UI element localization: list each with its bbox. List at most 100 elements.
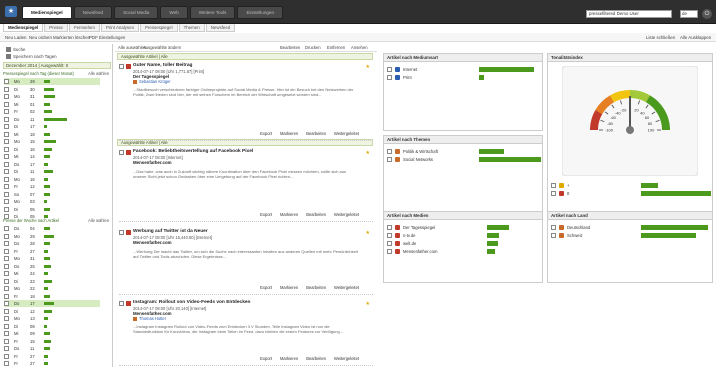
day-row[interactable]: Di 05 bbox=[4, 206, 100, 213]
row-checkbox[interactable] bbox=[4, 146, 9, 152]
share-row[interactable]: Print bbox=[387, 74, 545, 81]
day-row[interactable]: Mi 14 bbox=[4, 153, 100, 160]
row-checkbox[interactable] bbox=[4, 241, 9, 246]
sub-tab[interactable]: Print Analysen bbox=[100, 24, 140, 32]
article-action[interactable]: Weitergeleitet bbox=[334, 285, 359, 290]
article-item[interactable]: Guter Name, toller Beitrag 2014-07-17 08:… bbox=[119, 61, 373, 141]
article-item[interactable]: Werbung auf Twitter ist da Neuer 2014-07-… bbox=[119, 227, 373, 295]
star-icon[interactable]: ★ bbox=[366, 301, 370, 307]
row-checkbox[interactable] bbox=[4, 271, 9, 276]
article-tool[interactable]: Entfernen bbox=[327, 44, 345, 52]
day-row[interactable]: Mo 15 bbox=[4, 138, 100, 145]
article-action[interactable]: Bearbeiten bbox=[306, 212, 326, 217]
nav-tab[interactable]: Einstellungen bbox=[237, 6, 284, 19]
article-title[interactable]: Werbung auf Twitter ist da Neuer bbox=[133, 229, 208, 234]
day-row[interactable]: Fr 27 bbox=[4, 360, 100, 367]
day-row[interactable]: Di 12 bbox=[4, 308, 100, 315]
row-checkbox[interactable] bbox=[4, 79, 9, 84]
row-checkbox[interactable] bbox=[4, 331, 9, 336]
home-icon[interactable]: ★ bbox=[5, 6, 17, 17]
article-title[interactable]: Facebook: Beliebtheitsvertellung auf Fac… bbox=[133, 149, 253, 154]
row-checkbox[interactable] bbox=[4, 139, 9, 144]
nav-tab[interactable]: Newsfeed bbox=[73, 6, 113, 19]
day-row[interactable]: Mo 31 bbox=[4, 93, 100, 100]
nav-tab[interactable]: Weitere Tools bbox=[189, 6, 236, 19]
row-checkbox[interactable] bbox=[4, 184, 9, 189]
day-row[interactable]: Do 17 bbox=[4, 300, 100, 307]
article-checkbox[interactable] bbox=[119, 301, 124, 306]
article-action[interactable]: Markieren bbox=[280, 285, 298, 290]
day-row[interactable]: Fr 18 bbox=[4, 293, 100, 300]
select-all-article[interactable]: Alle wählen bbox=[88, 217, 109, 224]
day-row[interactable]: Mi 01 bbox=[4, 101, 100, 108]
nav-tab[interactable]: Web bbox=[160, 6, 188, 19]
day-row[interactable]: Di 16 bbox=[4, 146, 100, 153]
share-row[interactable]: n-tv.de bbox=[387, 232, 545, 239]
row-checkbox[interactable] bbox=[4, 286, 9, 291]
day-row[interactable]: Di 23 bbox=[4, 278, 100, 285]
day-row[interactable]: Do 17 bbox=[4, 161, 100, 168]
toolbar-button[interactable]: Neu ordnen bbox=[29, 34, 52, 41]
article-action[interactable]: Export bbox=[260, 131, 272, 136]
row-checkbox[interactable] bbox=[551, 225, 556, 230]
day-row[interactable]: Mo 03 bbox=[4, 198, 100, 205]
article-tool[interactable]: Drucken bbox=[305, 44, 321, 52]
row-checkbox[interactable] bbox=[4, 256, 9, 261]
row-checkbox[interactable] bbox=[387, 233, 392, 238]
row-checkbox[interactable] bbox=[4, 206, 9, 212]
row-checkbox[interactable] bbox=[4, 308, 9, 314]
sub-tab[interactable]: Presse bbox=[44, 24, 68, 32]
star-icon[interactable]: ★ bbox=[366, 230, 370, 236]
article-author[interactable]: Sebastian Krüger bbox=[133, 79, 171, 84]
row-checkbox[interactable] bbox=[387, 157, 392, 162]
row-checkbox[interactable] bbox=[4, 353, 9, 359]
share-row[interactable]: Der Tagesspiegel bbox=[387, 224, 545, 231]
sub-tab[interactable]: Newsfeed bbox=[205, 24, 236, 32]
article-action[interactable]: Markieren bbox=[280, 131, 298, 136]
day-row[interactable]: Fr 12 bbox=[4, 183, 100, 190]
row-checkbox[interactable] bbox=[4, 191, 9, 197]
row-checkbox[interactable] bbox=[4, 346, 9, 351]
share-row[interactable]: Internet bbox=[387, 66, 545, 73]
article-checkbox[interactable] bbox=[119, 230, 124, 235]
save-by-day-link[interactable]: Speichern nach Tagen bbox=[6, 54, 57, 60]
select-all-day[interactable]: Alle wählen bbox=[88, 70, 109, 77]
nav-tab[interactable]: Social Media bbox=[114, 6, 159, 19]
row-checkbox[interactable] bbox=[387, 225, 392, 230]
row-checkbox[interactable] bbox=[4, 316, 9, 321]
row-checkbox[interactable] bbox=[4, 226, 9, 231]
day-row[interactable]: Di 30 bbox=[4, 86, 100, 93]
day-row[interactable]: Mo 13 bbox=[4, 315, 100, 322]
share-row[interactable]: Politik & Wirtschaft bbox=[387, 148, 545, 155]
row-checkbox[interactable] bbox=[387, 75, 392, 80]
article-tool[interactable]: Alle auswählen bbox=[118, 44, 146, 52]
article-action[interactable]: Export bbox=[260, 285, 272, 290]
row-checkbox[interactable] bbox=[4, 94, 9, 99]
star-icon[interactable]: ★ bbox=[366, 64, 370, 70]
article-action[interactable]: Export bbox=[260, 356, 272, 361]
day-row[interactable]: Fr 27 bbox=[4, 248, 100, 255]
day-row[interactable]: Di 11 bbox=[4, 168, 100, 175]
row-checkbox[interactable] bbox=[551, 191, 556, 196]
day-row[interactable]: So 07 bbox=[4, 191, 100, 198]
article-item[interactable]: Facebook: Beliebtheitsvertellung auf Fac… bbox=[119, 147, 373, 222]
sub-tab[interactable]: Pressespiegel bbox=[140, 24, 178, 32]
article-tool[interactable]: Ausgewählte ändern bbox=[143, 44, 181, 52]
share-row[interactable]: Schweiz bbox=[551, 232, 715, 239]
row-checkbox[interactable] bbox=[387, 249, 392, 254]
share-row[interactable]: 0 bbox=[551, 190, 715, 197]
day-row[interactable]: Do 28 bbox=[4, 240, 100, 247]
day-row[interactable]: Fr 27 bbox=[4, 353, 100, 360]
sub-tab[interactable]: Medienspiegel bbox=[3, 24, 44, 32]
share-row[interactable]: Deutschland bbox=[551, 224, 715, 231]
day-row[interactable]: Mi 09 bbox=[4, 330, 100, 337]
sub-tab[interactable]: Themen bbox=[178, 24, 205, 32]
row-checkbox[interactable] bbox=[4, 161, 9, 167]
article-action[interactable]: Bearbeiten bbox=[306, 131, 326, 136]
row-checkbox[interactable] bbox=[4, 86, 9, 92]
day-row[interactable]: Mo 31 bbox=[4, 255, 100, 262]
article-action[interactable]: Bearbeiten bbox=[306, 356, 326, 361]
article-action[interactable]: Weitergeleitet bbox=[334, 356, 359, 361]
day-row[interactable]: Mo 16 bbox=[4, 176, 100, 183]
article-author[interactable]: Thomas Hutter bbox=[133, 316, 166, 321]
